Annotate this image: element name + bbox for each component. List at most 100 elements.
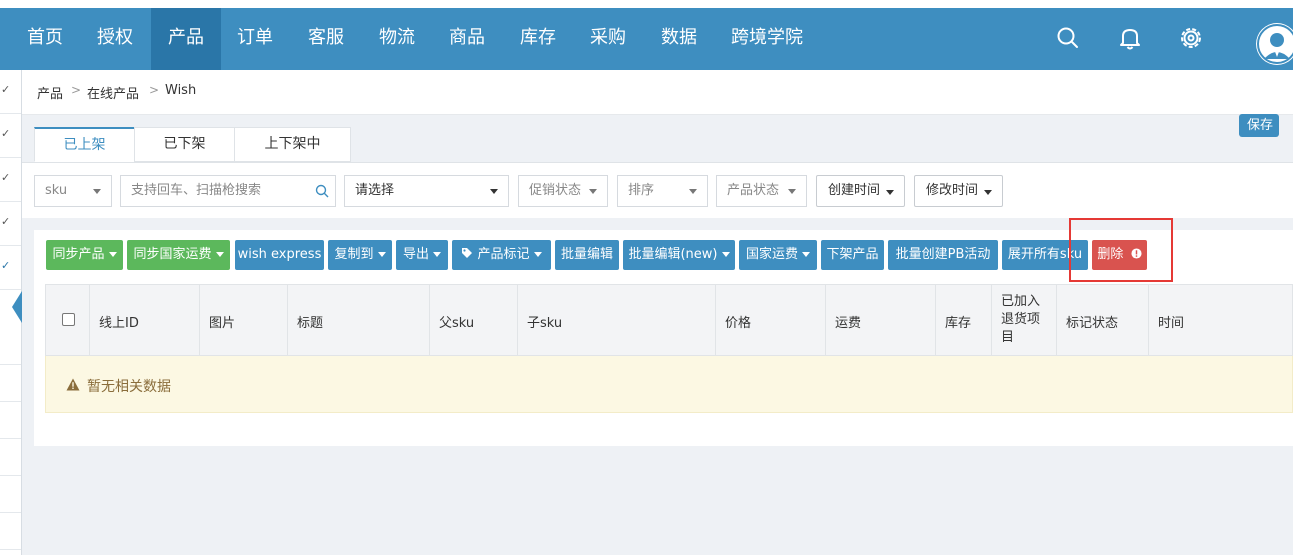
- column-stock: 库存: [936, 285, 992, 355]
- column-mark-status: 标记状态: [1057, 285, 1149, 355]
- copy-to-button[interactable]: 复制到: [328, 240, 392, 270]
- export-button[interactable]: 导出: [396, 240, 448, 270]
- country-shipping-button[interactable]: 国家运费: [739, 240, 817, 270]
- warning-icon: [66, 378, 80, 391]
- column-child-sku: 子sku: [518, 285, 716, 355]
- created-time-dropdown[interactable]: 创建时间: [816, 175, 905, 207]
- sync-shipping-button[interactable]: 同步国家运费: [127, 240, 230, 270]
- breadcrumb: 产品 > 在线产品 > Wish: [22, 70, 1293, 115]
- chevron-down-icon: [689, 189, 697, 194]
- created-time-label: 创建时间: [828, 183, 881, 198]
- product-status-select[interactable]: 产品状态: [716, 175, 807, 207]
- nav-item-customer-service[interactable]: 客服: [297, 8, 355, 70]
- nav-item-logistics[interactable]: 物流: [368, 8, 426, 70]
- highlight-box: [1069, 218, 1173, 282]
- check-icon: ✓: [1, 83, 11, 96]
- bell-icon[interactable]: [1117, 25, 1143, 51]
- product-mark-label: 产品标记: [477, 247, 530, 262]
- batch-create-pb-button[interactable]: 批量创建PB活动: [888, 240, 998, 270]
- search-icon[interactable]: [1055, 25, 1081, 51]
- sidebar-row[interactable]: [0, 476, 21, 513]
- nav-item-home[interactable]: 首页: [16, 8, 74, 70]
- sidebar-row-active[interactable]: ✓: [0, 246, 21, 290]
- check-icon: ✓: [1, 215, 11, 228]
- batch-edit-button[interactable]: 批量编辑: [555, 240, 619, 270]
- wish-express-button[interactable]: wish express: [235, 240, 324, 270]
- column-title: 标题: [288, 285, 430, 355]
- avatar-icon: [1257, 24, 1293, 64]
- sidebar-collapse-arrow-icon[interactable]: [12, 291, 22, 323]
- chevron-down-icon: [802, 252, 810, 257]
- tab-delisted[interactable]: 已下架: [134, 127, 235, 162]
- check-icon: ✓: [1, 171, 11, 184]
- save-button[interactable]: 保存: [1239, 114, 1279, 137]
- batch-edit-new-button[interactable]: 批量编辑(new): [623, 240, 735, 270]
- sync-shipping-label: 同步国家运费: [133, 247, 212, 262]
- gear-icon[interactable]: [1178, 25, 1204, 51]
- batch-edit-new-label: 批量编辑(new): [628, 247, 718, 262]
- nav-item-academy[interactable]: 跨境学院: [722, 8, 812, 70]
- tag-icon: [462, 248, 473, 258]
- sidebar-row[interactable]: [0, 328, 21, 365]
- nav-item-goods[interactable]: 商品: [438, 8, 496, 70]
- chevron-down-icon: [93, 189, 101, 194]
- sidebar-row[interactable]: ✓: [0, 158, 21, 202]
- avatar[interactable]: [1256, 23, 1293, 65]
- breadcrumb-separator: >: [149, 83, 160, 97]
- search-icon[interactable]: [315, 184, 329, 198]
- filter-bar: sku 支持回车、扫描枪搜索 请选择 促销状态 排序 产品状态 创建时间 修改时…: [22, 162, 1293, 218]
- chevron-down-icon: [433, 252, 441, 257]
- breadcrumb-item-product[interactable]: 产品: [37, 83, 63, 102]
- country-shipping-label: 国家运费: [745, 247, 798, 262]
- top-strip: [0, 0, 1293, 8]
- empty-message: 暂无相关数据: [87, 379, 171, 395]
- breadcrumb-item-wish: Wish: [165, 83, 197, 98]
- chevron-down-icon: [490, 189, 498, 194]
- nav-item-data[interactable]: 数据: [650, 8, 708, 70]
- sidebar-row[interactable]: ✓: [0, 202, 21, 246]
- sidebar-row[interactable]: [0, 513, 21, 550]
- breadcrumb-item-online-products[interactable]: 在线产品: [87, 83, 139, 102]
- top-navigation: 首页 授权 产品 订单 客服 物流 商品 库存 采购 数据 跨境学院: [0, 8, 1293, 70]
- breadcrumb-separator: >: [71, 83, 82, 97]
- chevron-down-icon: [533, 252, 542, 257]
- sku-select-value: sku: [45, 183, 68, 198]
- modified-time-dropdown[interactable]: 修改时间: [914, 175, 1003, 207]
- modified-time-label: 修改时间: [926, 183, 979, 198]
- nav-item-product[interactable]: 产品: [151, 8, 221, 70]
- sidebar-row[interactable]: ✓: [0, 114, 21, 158]
- column-image: 图片: [200, 285, 288, 355]
- sync-product-label: 同步产品: [52, 247, 105, 262]
- select-all-checkbox[interactable]: [62, 313, 75, 326]
- promo-status-label: 促销状态: [529, 183, 582, 198]
- sku-select[interactable]: sku: [34, 175, 112, 207]
- search-input[interactable]: 支持回车、扫描枪搜索: [120, 175, 336, 207]
- nav-item-authorization[interactable]: 授权: [86, 8, 144, 70]
- nav-item-inventory[interactable]: 库存: [509, 8, 567, 70]
- sort-label: 排序: [628, 183, 655, 198]
- promo-status-select[interactable]: 促销状态: [518, 175, 608, 207]
- sync-product-button[interactable]: 同步产品: [46, 240, 123, 270]
- table-header: 线上ID 图片 标题 父sku 子sku 价格 运费 库存 已加入退货项目 标记…: [45, 284, 1293, 356]
- tab-in-progress[interactable]: 上下架中: [234, 127, 351, 162]
- nav-item-orders[interactable]: 订单: [226, 8, 284, 70]
- sidebar-row[interactable]: [0, 402, 21, 439]
- main-content: 产品 > 在线产品 > Wish 已上架 已下架 上下架中 sku 支持回车、扫…: [22, 70, 1293, 555]
- sidebar-row[interactable]: [0, 439, 21, 476]
- nav-item-purchase[interactable]: 采购: [579, 8, 637, 70]
- column-price: 价格: [716, 285, 826, 355]
- sidebar-row[interactable]: ✓: [0, 70, 21, 114]
- tab-listed[interactable]: 已上架: [34, 127, 135, 162]
- product-status-label: 产品状态: [727, 183, 780, 198]
- sidebar-row[interactable]: [0, 365, 21, 402]
- check-icon: ✓: [1, 127, 11, 140]
- search-placeholder: 支持回车、扫描枪搜索: [131, 183, 262, 198]
- select-all-cell: [46, 285, 90, 355]
- product-mark-button[interactable]: 产品标记: [452, 240, 551, 270]
- chevron-down-icon: [108, 252, 117, 257]
- column-parent-sku: 父sku: [430, 285, 518, 355]
- delist-product-button[interactable]: 下架产品: [821, 240, 884, 270]
- sort-select[interactable]: 排序: [617, 175, 708, 207]
- chevron-down-icon: [215, 252, 224, 257]
- category-select[interactable]: 请选择: [344, 175, 509, 207]
